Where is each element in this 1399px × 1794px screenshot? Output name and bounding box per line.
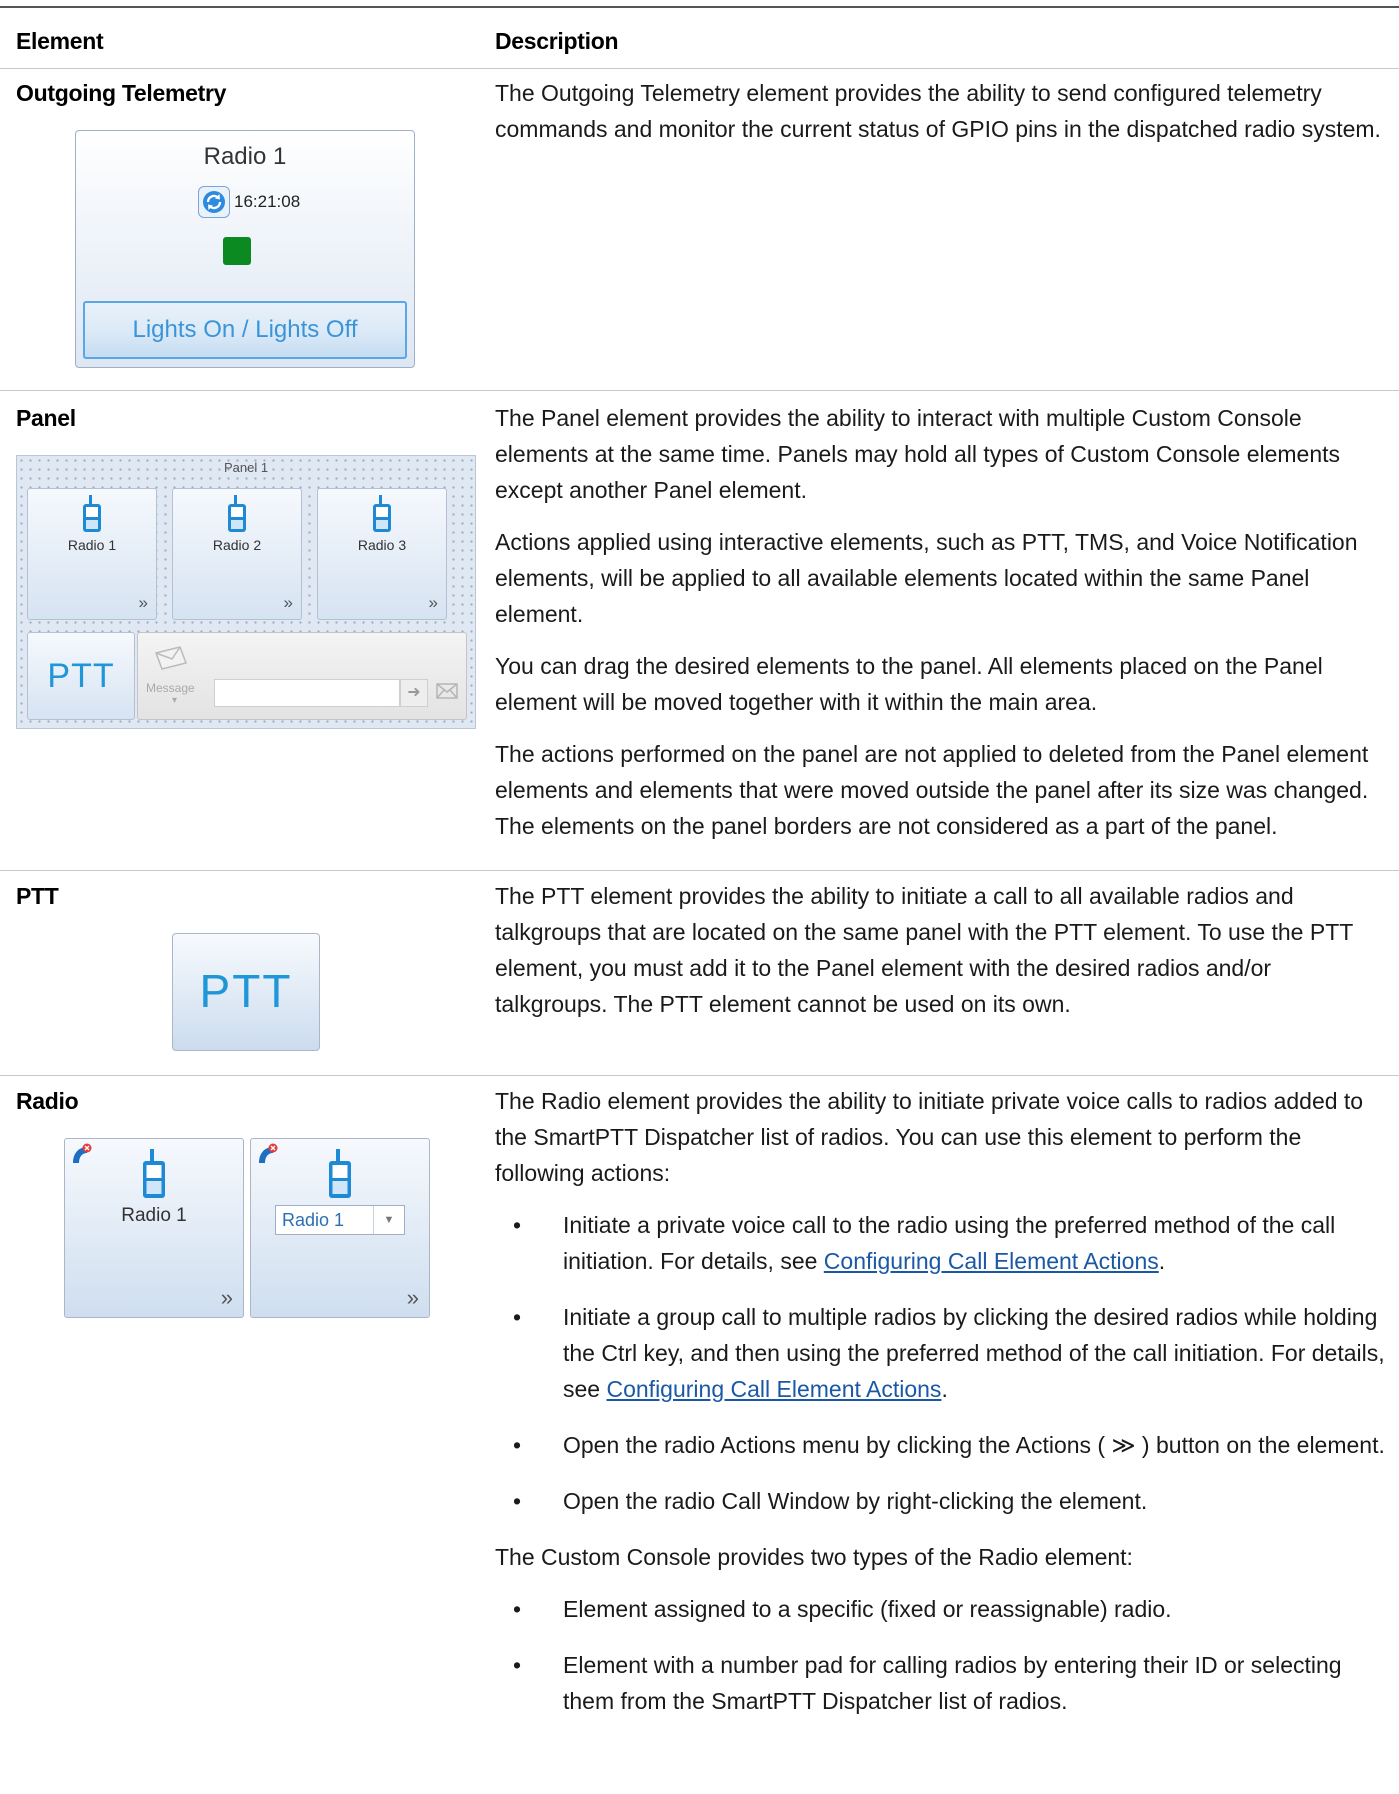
list-item-text: ) button on the element. [1135, 1432, 1385, 1458]
header-separator [0, 68, 1399, 69]
list-item: • Element with a number pad for calling … [495, 1647, 1385, 1719]
radio-types-list: • Element assigned to a specific (fixed … [495, 1591, 1385, 1719]
list-item: • Open the radio Call Window by right-cl… [495, 1483, 1385, 1519]
list-item: • Element assigned to a specific (fixed … [495, 1591, 1385, 1627]
list-item-text: Element with a number pad for calling ra… [563, 1652, 1342, 1714]
radio-handset-icon [326, 1149, 354, 1204]
list-item-text: Open the radio Actions menu by clicking … [563, 1432, 1112, 1458]
radio-fixed-widget[interactable]: Radio 1 » [64, 1138, 244, 1318]
actions-icon: ≫ [1111, 1432, 1136, 1458]
configuring-call-actions-link[interactable]: Configuring Call Element Actions [824, 1248, 1159, 1274]
radio-title: Radio [16, 1088, 79, 1114]
panel-description: The Panel element provides the ability t… [495, 400, 1385, 860]
list-item-text: Element assigned to a specific (fixed or… [563, 1596, 1172, 1622]
radio-types-intro: The Custom Console provides two types of… [495, 1544, 1133, 1570]
chevron-down-icon[interactable]: ▾ [172, 695, 177, 706]
list-item-text: Open the radio Call Window by right-clic… [563, 1488, 1148, 1514]
envelope-icon[interactable] [436, 683, 458, 704]
bullet: • [513, 1212, 522, 1238]
radio-select-value: Radio 1 [282, 1210, 345, 1230]
actions-icon[interactable]: » [429, 593, 438, 613]
actions-icon[interactable]: » [407, 1285, 419, 1311]
configuring-call-actions-link[interactable]: Configuring Call Element Actions [606, 1376, 941, 1402]
panel-desc-p3: You can drag the desired elements to the… [495, 653, 1323, 715]
row-separator [0, 1075, 1399, 1076]
row-separator [0, 870, 1399, 871]
radio-actions-list: • Initiate a private voice call to the r… [495, 1207, 1385, 1519]
message-icon [154, 645, 188, 676]
ptt-title: PTT [16, 883, 59, 909]
list-item: • Initiate a group call to multiple radi… [495, 1299, 1385, 1407]
list-item-period: . [941, 1376, 948, 1402]
lights-toggle-button[interactable]: Lights On / Lights Off [83, 301, 407, 359]
table-header: Element Description [0, 8, 1399, 68]
panel-widget[interactable]: Panel 1 Radio 1 » Radio 2 » Radio 3 » PT… [16, 455, 476, 729]
panel-radio-label: Radio 1 [67, 537, 117, 553]
panel-radio-label: Radio 3 [357, 537, 407, 553]
telemetry-radio-name: Radio 1 [203, 143, 287, 170]
radio-desc-intro: The Radio element provides the ability t… [495, 1088, 1364, 1186]
chevron-down-icon[interactable]: ▼ [373, 1206, 404, 1234]
radio-select-dropdown[interactable]: Radio 1 ▼ [275, 1205, 405, 1235]
telemetry-description: The Outgoing Telemetry element provides … [495, 75, 1385, 163]
panel-ptt-button[interactable]: PTT [27, 632, 135, 720]
bullet: • [513, 1488, 522, 1514]
gpio-status-indicator [223, 237, 251, 265]
telemetry-time: 16:21:08 [234, 192, 301, 211]
panel-message-element: Message ▾ ➜ [137, 632, 467, 720]
radio-label: Radio 1 [121, 1205, 187, 1226]
bullet: • [513, 1652, 522, 1678]
bullet: • [513, 1432, 522, 1458]
radio-select-widget[interactable]: Radio 1 ▼ » [250, 1138, 430, 1318]
offline-status-icon [71, 1143, 93, 1170]
panel-radio-tile[interactable]: Radio 3 » [317, 488, 447, 620]
panel-name: Panel 1 [223, 460, 269, 475]
panel-radio-tile[interactable]: Radio 1 » [27, 488, 157, 620]
panel-radio-label: Radio 2 [212, 537, 262, 553]
bullet: • [513, 1596, 522, 1622]
send-icon[interactable]: ➜ [400, 679, 428, 707]
message-label[interactable]: Message [146, 681, 195, 695]
radio-handset-icon [80, 495, 104, 538]
list-item-period: . [1158, 1248, 1166, 1274]
header-description: Description [495, 28, 619, 54]
panel-desc-p1: The Panel element provides the ability t… [495, 405, 1341, 503]
bullet: • [513, 1304, 522, 1330]
actions-icon[interactable]: » [139, 593, 148, 613]
panel-title: Panel [16, 405, 76, 431]
radio-handset-icon [225, 495, 249, 538]
header-element: Element [16, 28, 104, 54]
radio-description: The Radio element provides the ability t… [495, 1083, 1385, 1739]
radio-handset-icon [140, 1149, 168, 1204]
actions-icon[interactable]: » [221, 1285, 233, 1311]
telemetry-desc-p1: The Outgoing Telemetry element provides … [495, 80, 1381, 142]
list-item: • Initiate a private voice call to the r… [495, 1207, 1385, 1279]
ptt-button[interactable]: PTT [172, 933, 320, 1051]
ptt-desc-p1: The PTT element provides the ability to … [495, 883, 1353, 1017]
panel-desc-p4: The actions performed on the panel are n… [495, 741, 1369, 839]
radio-handset-icon [370, 495, 394, 538]
ptt-description: The PTT element provides the ability to … [495, 878, 1385, 1038]
row-separator [0, 390, 1399, 391]
message-input[interactable] [214, 679, 400, 707]
panel-desc-p2: Actions applied using interactive elemen… [495, 529, 1358, 627]
list-item: • Open the radio Actions menu by clickin… [495, 1427, 1385, 1463]
sync-icon[interactable] [198, 186, 230, 218]
telemetry-title: Outgoing Telemetry [16, 80, 227, 106]
panel-radio-tile[interactable]: Radio 2 » [172, 488, 302, 620]
telemetry-widget: Radio 1 16:21:08 Lights On / Lights Off [75, 130, 415, 368]
offline-status-icon [257, 1143, 279, 1170]
actions-icon[interactable]: » [284, 593, 293, 613]
